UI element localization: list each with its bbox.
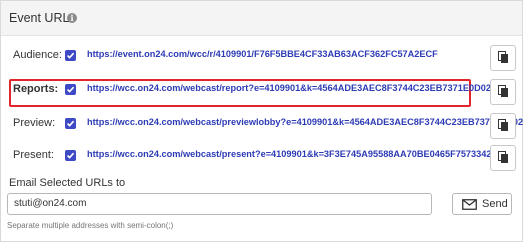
- copy-icon: [498, 151, 508, 163]
- reports-url-link[interactable]: https://wcc.on24.com/webcast/report?e=41…: [87, 83, 498, 93]
- send-label: Send: [482, 198, 508, 210]
- url-row-reports: Reports: https://wcc.on24.com/webcast/re…: [1, 79, 522, 105]
- send-button[interactable]: Send: [452, 193, 512, 215]
- copy-icon: [498, 85, 508, 97]
- url-row-present: Present: https://wcc.on24.com/webcast/pr…: [1, 145, 522, 171]
- envelope-icon: [462, 199, 477, 210]
- copy-audience-url-button[interactable]: [490, 45, 516, 71]
- event-urls-panel: Event URLs i Audience: https://event.on2…: [0, 0, 523, 242]
- audience-checkbox[interactable]: [65, 50, 76, 61]
- email-hint: Separate multiple addresses with semi-co…: [7, 221, 174, 230]
- row-label: Reports:: [13, 83, 59, 95]
- copy-icon: [498, 119, 508, 131]
- panel-header: Event URLs i: [1, 1, 522, 36]
- email-urls-label: Email Selected URLs to: [9, 177, 126, 189]
- present-checkbox[interactable]: [65, 150, 76, 161]
- panel-title: Event URLs: [9, 11, 76, 25]
- reports-checkbox[interactable]: [65, 84, 76, 95]
- copy-preview-url-button[interactable]: [490, 113, 516, 139]
- row-label: Present:: [13, 149, 54, 161]
- url-row-preview: Preview: https://wcc.on24.com/webcast/pr…: [1, 113, 523, 139]
- audience-url-link[interactable]: https://event.on24.com/wcc/r/4109901/F76…: [87, 49, 438, 59]
- info-icon[interactable]: i: [67, 13, 77, 23]
- row-label: Preview:: [13, 117, 56, 129]
- preview-checkbox[interactable]: [65, 118, 76, 129]
- present-url-link[interactable]: https://wcc.on24.com/webcast/present?e=4…: [87, 149, 497, 159]
- copy-icon: [498, 51, 508, 63]
- copy-present-url-button[interactable]: [490, 145, 516, 171]
- row-label: Audience:: [13, 49, 62, 61]
- preview-url-link[interactable]: https://wcc.on24.com/webcast/previewlobb…: [87, 117, 523, 127]
- url-row-audience: Audience: https://event.on24.com/wcc/r/4…: [1, 45, 522, 71]
- copy-reports-url-button[interactable]: [490, 79, 516, 105]
- email-input[interactable]: stuti@on24.com: [7, 193, 432, 215]
